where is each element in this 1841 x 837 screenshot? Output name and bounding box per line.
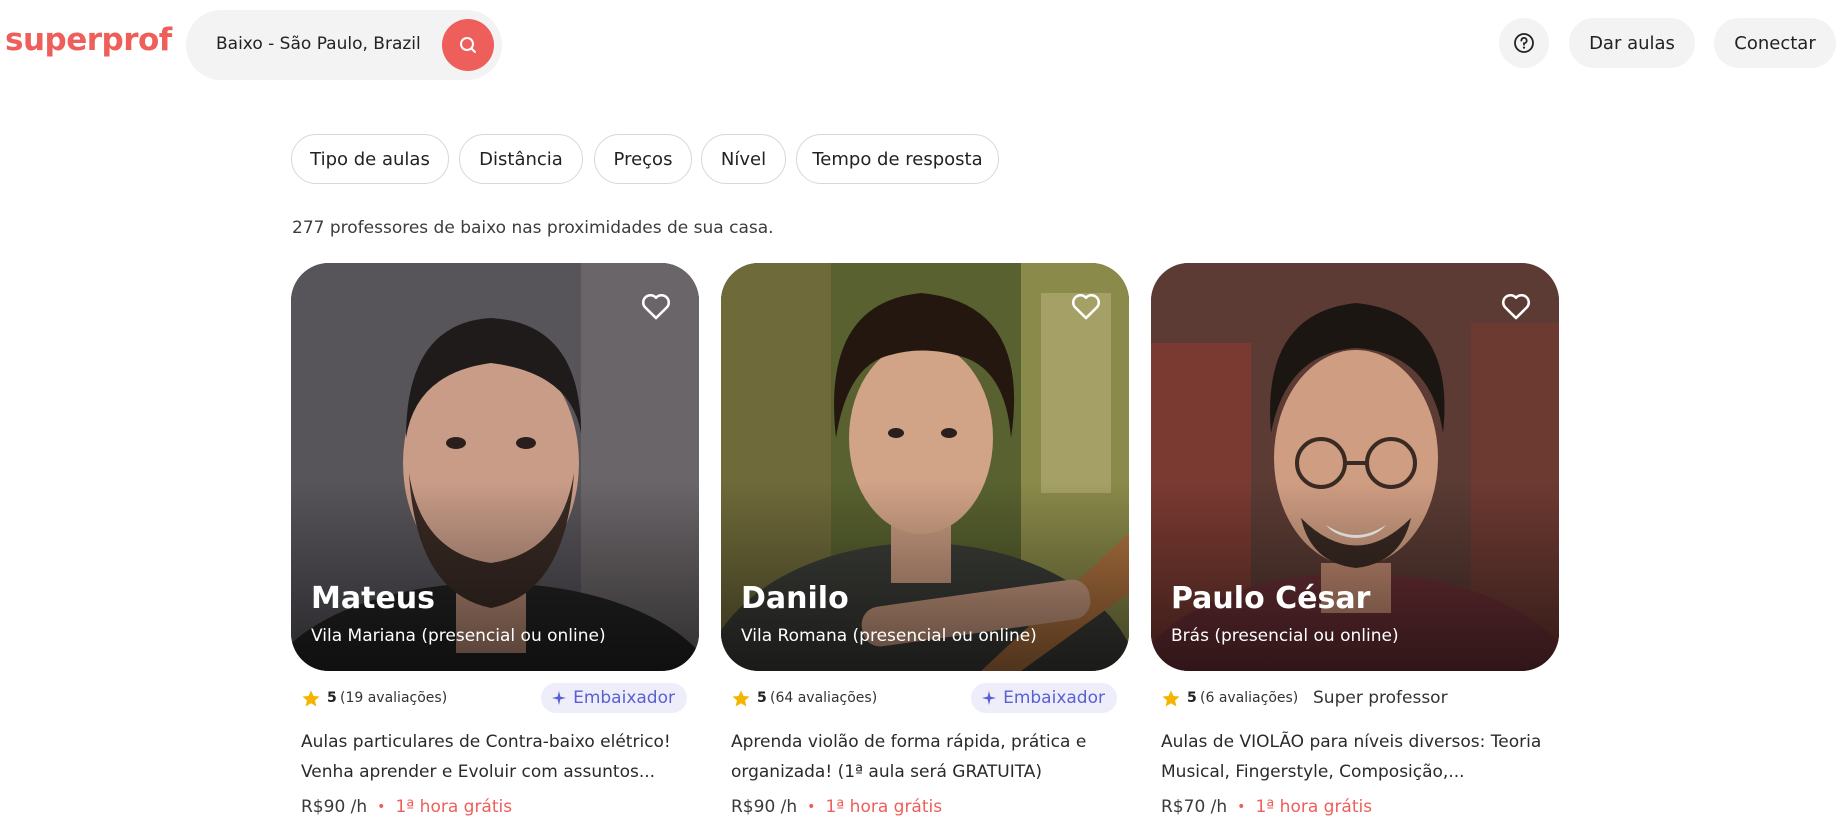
price-row: R$90 /h • 1ª hora grátis (731, 797, 1119, 817)
star-icon (302, 690, 320, 707)
separator-dot: • (1237, 799, 1246, 815)
rating-value: 5 (757, 690, 767, 706)
review-count: (64 avaliações) (770, 690, 878, 706)
hourly-price: R$70 /h (1161, 797, 1228, 817)
sparkle-icon (982, 691, 997, 705)
teacher-card[interactable]: Mateus Vila Mariana (presencial ou onlin… (291, 263, 699, 817)
search-button[interactable] (442, 19, 494, 71)
free-lesson: 1ª hora grátis (395, 797, 513, 817)
review-count: (6 avaliações) (1200, 690, 1299, 706)
teacher-location: Brás (presencial ou online) (1171, 626, 1399, 646)
teacher-card[interactable]: Danilo Vila Romana (presencial ou online… (721, 263, 1129, 817)
star-icon (732, 690, 750, 707)
free-lesson: 1ª hora grátis (1255, 797, 1373, 817)
filter-lesson-type[interactable]: Tipo de aulas (291, 134, 449, 184)
teacher-card[interactable]: Paulo César Brás (presencial ou online) … (1151, 263, 1559, 817)
results-count: 277 professores de baixo nas proximidade… (292, 218, 774, 238)
filter-prices[interactable]: Preços (594, 134, 692, 184)
teacher-photo[interactable]: Danilo Vila Romana (presencial ou online… (721, 263, 1129, 671)
review-count: (19 avaliações) (340, 690, 448, 706)
separator-dot: • (377, 799, 386, 815)
hourly-price: R$90 /h (731, 797, 798, 817)
price-row: R$90 /h • 1ª hora grátis (301, 797, 689, 817)
help-button[interactable] (1499, 18, 1549, 68)
search-icon (460, 37, 476, 53)
teacher-name: Paulo César (1171, 581, 1371, 616)
teacher-description: Aulas de VIOLÃO para níveis diversos: Te… (1161, 732, 1542, 782)
ambassador-badge: Embaixador (541, 683, 687, 713)
filter-distance[interactable]: Distância (459, 134, 583, 184)
search-input[interactable]: Baixo - São Paulo, Brazil (216, 34, 421, 54)
teacher-photo[interactable]: Mateus Vila Mariana (presencial ou onlin… (291, 263, 699, 671)
rating-value: 5 (327, 690, 337, 706)
superprof-logo[interactable]: superprof (5, 22, 172, 58)
rating-value: 5 (1187, 690, 1197, 706)
ambassador-badge: Embaixador (971, 683, 1117, 713)
teacher-description: Aprenda violão de forma rápida, prática … (731, 732, 1087, 782)
help-icon (1514, 33, 1534, 53)
teacher-meta: 5 (64 avaliações) Embaixador (721, 681, 1129, 715)
teacher-photo[interactable]: Paulo César Brás (presencial ou online) (1151, 263, 1559, 671)
super-teacher-badge: Super professor (1313, 688, 1448, 708)
teacher-location: Vila Romana (presencial ou online) (741, 626, 1037, 646)
separator-dot: • (807, 799, 816, 815)
teacher-description: Aulas particulares de Contra-baixo elétr… (301, 732, 671, 782)
search-bar[interactable]: Baixo - São Paulo, Brazil (186, 10, 502, 80)
hourly-price: R$90 /h (301, 797, 368, 817)
teacher-location: Vila Mariana (presencial ou online) (311, 626, 606, 646)
filter-response-time[interactable]: Tempo de resposta (796, 134, 999, 184)
teacher-meta: 5 (6 avaliações) Super professor (1151, 681, 1559, 715)
sparkle-icon (552, 691, 567, 705)
badge-label: Embaixador (1003, 688, 1105, 708)
star-icon (1162, 690, 1180, 707)
teacher-name: Mateus (311, 581, 435, 616)
teacher-meta: 5 (19 avaliações) Embaixador (291, 681, 699, 715)
price-row: R$70 /h • 1ª hora grátis (1161, 797, 1549, 817)
heart-icon[interactable] (1499, 289, 1533, 323)
connect-button[interactable]: Conectar (1714, 18, 1836, 68)
badge-label: Embaixador (573, 688, 675, 708)
heart-icon[interactable] (1069, 289, 1103, 323)
teach-button[interactable]: Dar aulas (1569, 18, 1695, 68)
free-lesson: 1ª hora grátis (825, 797, 943, 817)
filter-level[interactable]: Nível (701, 134, 786, 184)
teacher-name: Danilo (741, 581, 849, 616)
heart-icon[interactable] (639, 289, 673, 323)
